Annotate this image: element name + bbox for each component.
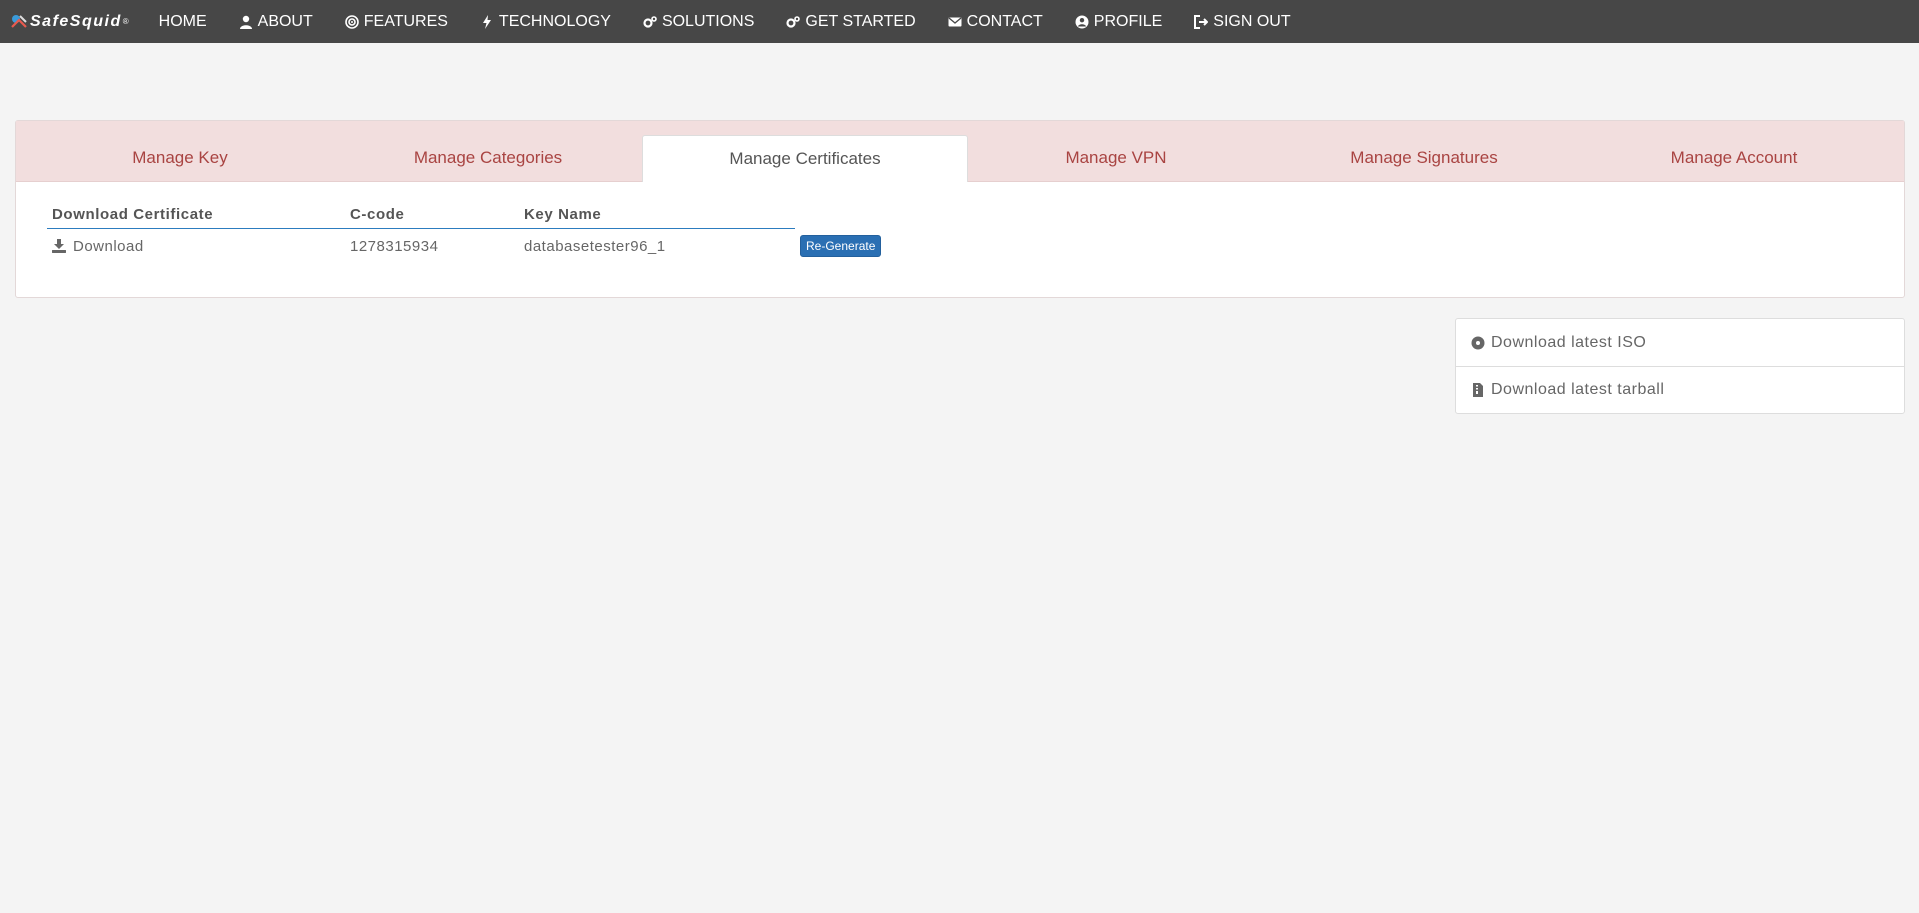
nav-sign-out-label: SIGN OUT	[1213, 12, 1291, 30]
envelope-icon	[948, 17, 962, 26]
tab-manage-categories[interactable]: Manage Categories	[334, 135, 642, 181]
tab-manage-key-label: Manage Key	[132, 148, 228, 167]
nav-features-label: FEATURES	[363, 12, 448, 30]
tab-manage-categories-label: Manage Categories	[413, 148, 563, 167]
nav-features[interactable]: FEATURES	[329, 0, 464, 43]
certificates-table: Download Certificate C-code Key Name Dow…	[47, 201, 882, 263]
tab-manage-certificates[interactable]: Manage Certificates	[642, 135, 968, 182]
tab-manage-account[interactable]: Manage Account	[1584, 135, 1884, 181]
download-latest-iso-link[interactable]: Download latest ISO	[1456, 319, 1904, 366]
downloads-list: Download latest ISO Download latest tarb…	[1455, 318, 1905, 414]
nav-profile-label: PROFILE	[1093, 12, 1163, 30]
nav-about[interactable]: ABOUT	[223, 0, 329, 43]
table-row: Download 1278315934 databasetester96_1 R…	[47, 229, 882, 263]
brand-logo[interactable]: SafeSquid ®	[10, 13, 129, 31]
tab-manage-vpn-label: Manage VPN	[1065, 148, 1167, 167]
manage-panel: Manage Key Manage Categories Manage Cert…	[15, 120, 1905, 298]
nav-get-started[interactable]: GET STARTED	[770, 0, 931, 43]
nav-profile[interactable]: PROFILE	[1059, 0, 1178, 43]
download-latest-tarball-label: Download latest tarball	[1491, 381, 1665, 398]
brand-registered-mark: ®	[122, 17, 129, 26]
tab-manage-certificates-label: Manage Certificates	[729, 149, 881, 168]
key-name-value: databasetester96_1	[524, 237, 666, 255]
table-header: Download Certificate C-code Key Name	[47, 201, 795, 229]
top-navbar: SafeSquid ® HOME ABOUT FEATURES TECHNOLOG…	[0, 0, 1919, 43]
download-link-label: Download	[73, 237, 144, 255]
download-latest-iso-label: Download latest ISO	[1491, 333, 1647, 351]
header-key-name: Key Name	[524, 206, 602, 223]
sign-out-icon	[1194, 14, 1209, 29]
tab-manage-account-label: Manage Account	[1670, 148, 1798, 167]
download-icon	[52, 239, 66, 253]
user-circle-icon	[1075, 15, 1089, 28]
nav-about-label: ABOUT	[257, 12, 313, 30]
download-certificate-link[interactable]: Download	[47, 238, 350, 255]
tab-manage-vpn[interactable]: Manage VPN	[968, 135, 1264, 181]
re-generate-button[interactable]: Re-Generate	[800, 235, 882, 257]
user-icon	[239, 15, 252, 29]
squid-logo-icon	[11, 14, 27, 28]
disc-icon	[1471, 336, 1485, 349]
nav-get-started-label: GET STARTED	[805, 12, 916, 30]
nav-technology-label: TECHNOLOGY	[498, 12, 611, 30]
nav-home-label: HOME	[158, 12, 207, 30]
download-latest-tarball-link[interactable]: Download latest tarball	[1456, 366, 1904, 413]
tab-manage-signatures[interactable]: Manage Signatures	[1264, 135, 1584, 181]
nav-technology[interactable]: TECHNOLOGY	[464, 0, 627, 43]
header-c-code: C-code	[350, 206, 405, 223]
file-archive-icon	[1473, 383, 1483, 397]
tab-bar: Manage Key Manage Categories Manage Cert…	[16, 121, 1904, 182]
target-icon	[344, 14, 359, 29]
nav-solutions-label: SOLUTIONS	[661, 12, 755, 30]
bolt-icon	[482, 14, 491, 29]
nav-home[interactable]: HOME	[143, 0, 223, 43]
c-code-value: 1278315934	[350, 237, 439, 255]
nav-solutions[interactable]: SOLUTIONS	[627, 0, 770, 43]
gears-icon	[643, 15, 657, 28]
nav-contact-label: CONTACT	[966, 12, 1043, 30]
header-download-certificate: Download Certificate	[52, 206, 214, 223]
nav-contact[interactable]: CONTACT	[932, 0, 1059, 43]
tab-manage-signatures-label: Manage Signatures	[1350, 148, 1498, 167]
brand-name: SafeSquid	[30, 12, 122, 30]
gears-icon	[786, 15, 801, 28]
tab-manage-key[interactable]: Manage Key	[26, 135, 334, 181]
nav-sign-out[interactable]: SIGN OUT	[1178, 0, 1306, 43]
